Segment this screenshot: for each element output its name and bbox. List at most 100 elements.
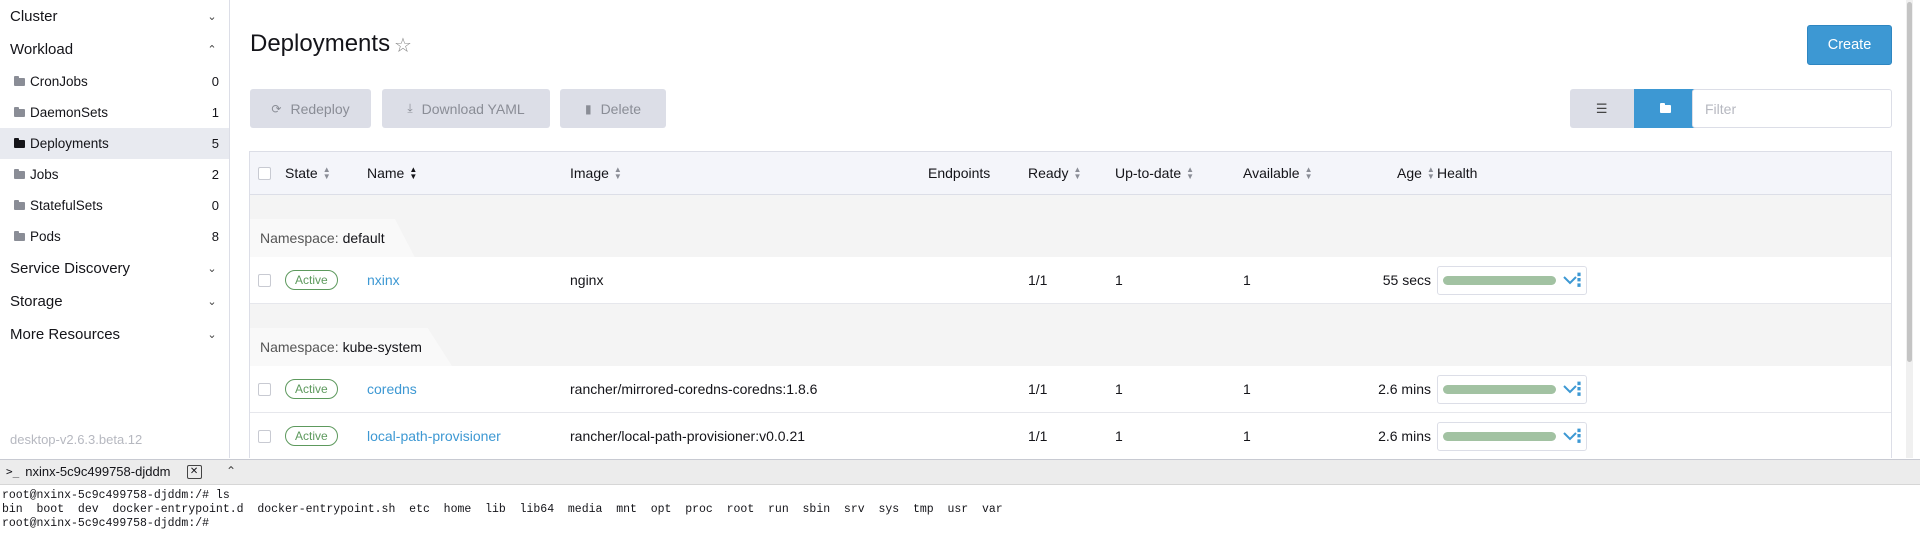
row-checkbox[interactable] xyxy=(258,366,271,412)
health-cell xyxy=(1437,413,1587,458)
nav-group-label: Service Discovery xyxy=(10,260,131,277)
kebab-menu-icon: ⋮ xyxy=(1570,378,1588,399)
list-view-button[interactable]: ☰ xyxy=(1570,89,1634,128)
sort-icon: ▲ ▼ xyxy=(409,165,418,181)
folder-icon xyxy=(14,168,25,179)
sidebar-item-count: 0 xyxy=(211,198,219,213)
row-actions[interactable]: ⋮ xyxy=(1570,413,1588,458)
terminal-tab[interactable]: >_ nxinx-5c9c499758-djddm ✕ xyxy=(6,464,202,479)
col-available[interactable]: Available ▲ ▼ xyxy=(1243,152,1312,194)
col-age-label: Age xyxy=(1397,165,1422,181)
sort-icon: ▲ ▼ xyxy=(1186,165,1195,181)
redeploy-button[interactable]: ⟳ Redeploy xyxy=(250,89,371,128)
table-header: State ▲ ▼ Name ▲ ▼ Image ▲ ▼ Endpoints Ready ▲ ▼… xyxy=(250,152,1891,195)
deployment-name-link[interactable]: local-path-provisioner xyxy=(367,428,501,444)
row-actions[interactable]: ⋮ xyxy=(1570,257,1588,303)
col-image[interactable]: Image ▲ ▼ xyxy=(570,152,622,194)
view-toggle: ☰ xyxy=(1570,89,1697,128)
create-button[interactable]: Create xyxy=(1807,25,1892,65)
sidebar-item-label: Pods xyxy=(30,229,61,244)
col-uptodate[interactable]: Up-to-date ▲ ▼ xyxy=(1115,152,1194,194)
ready-cell: 1/1 xyxy=(1028,272,1048,288)
nav-group-workload[interactable]: Workload ⌃ xyxy=(0,33,229,66)
terminal-icon: >_ xyxy=(6,465,20,478)
sidebar-item-daemonsets[interactable]: DaemonSets 1 xyxy=(0,97,229,128)
scroll-thumb[interactable] xyxy=(1907,2,1912,362)
group-by-namespace-button[interactable] xyxy=(1633,89,1697,128)
sidebar-item-jobs[interactable]: Jobs 2 xyxy=(0,159,229,190)
refresh-icon: ⟳ xyxy=(271,101,282,116)
redeploy-label: Redeploy xyxy=(290,100,350,117)
scrollbar[interactable] xyxy=(1906,0,1913,458)
filter-input[interactable] xyxy=(1692,89,1892,128)
table-row[interactable]: Active coredns rancher/mirrored-coredns-co… xyxy=(250,366,1891,413)
sidebar-item-statefulsets[interactable]: StatefulSets 0 xyxy=(0,190,229,221)
row-checkbox[interactable] xyxy=(258,257,271,303)
name-cell: nxinx xyxy=(367,257,400,303)
main-content: Deployments ☆ Create ⟳ Redeploy ⤓ Downlo… xyxy=(231,0,1913,458)
sidebar-item-cronjobs[interactable]: CronJobs 0 xyxy=(0,66,229,97)
namespace-label: Namespace: default xyxy=(250,219,415,257)
app: Cluster ⌄ Workload ⌃ CronJobs 0 DaemonSets… xyxy=(0,0,1920,554)
list-icon: ☰ xyxy=(1595,100,1608,116)
sidebar: Cluster ⌄ Workload ⌃ CronJobs 0 DaemonSets… xyxy=(0,0,230,458)
status-badge: Active xyxy=(285,426,338,446)
sort-icon: ▲ ▼ xyxy=(1073,165,1082,181)
chevron-down-icon: ⌄ xyxy=(207,329,217,341)
close-icon[interactable]: ✕ xyxy=(186,464,202,479)
health-dropdown[interactable] xyxy=(1437,374,1587,404)
nav-group-service-discovery[interactable]: Service Discovery ⌄ xyxy=(0,252,229,285)
health-bar xyxy=(1443,384,1556,394)
sidebar-item-label: Deployments xyxy=(30,136,109,151)
sidebar-item-deployments[interactable]: Deployments 5 xyxy=(0,128,229,159)
row-checkbox[interactable] xyxy=(258,413,271,458)
col-endpoints: Endpoints xyxy=(928,152,990,194)
folder-icon xyxy=(1659,102,1671,113)
folder-icon xyxy=(14,230,25,241)
sidebar-item-count: 2 xyxy=(211,167,219,182)
expand-icon[interactable]: ⌃ xyxy=(226,464,236,478)
ready-cell: 1/1 xyxy=(1028,428,1048,444)
delete-button[interactable]: ▮ Delete xyxy=(560,89,666,128)
nav-group-label: Workload xyxy=(10,41,74,58)
chevron-down-icon: ⌄ xyxy=(207,296,217,308)
deployment-name-link[interactable]: nxinx xyxy=(367,272,400,288)
namespace-group-header: Namespace: default xyxy=(250,195,1891,257)
star-icon[interactable]: ☆ xyxy=(394,33,412,58)
terminal-line: bin boot dev docker-entrypoint.d docker-… xyxy=(2,503,1003,516)
nav-group-more-resources[interactable]: More Resources ⌄ xyxy=(0,318,229,351)
namespace-prefix: Namespace: xyxy=(260,339,339,355)
state-cell: Active xyxy=(285,366,338,412)
select-all-checkbox[interactable] xyxy=(258,152,271,194)
download-yaml-button[interactable]: ⤓ Download YAML xyxy=(382,89,550,128)
sidebar-item-label: CronJobs xyxy=(30,74,88,89)
health-dropdown[interactable] xyxy=(1437,421,1587,451)
page-title: Deployments xyxy=(250,30,391,57)
col-name-label: Name xyxy=(367,165,405,181)
table-row[interactable]: Active nxinx nginx 1/1 1 1 55 secs ⋮ xyxy=(250,257,1891,304)
download-icon: ⤓ xyxy=(407,101,413,115)
row-actions[interactable]: ⋮ xyxy=(1570,366,1588,412)
col-ready[interactable]: Ready ▲ ▼ xyxy=(1028,152,1081,194)
folder-icon xyxy=(14,137,25,148)
available-cell: 1 xyxy=(1243,381,1251,397)
table-row[interactable]: Active local-path-provisioner rancher/loca… xyxy=(250,413,1891,458)
nav-group-cluster[interactable]: Cluster ⌄ xyxy=(0,0,229,33)
col-name[interactable]: Name ▲ ▼ xyxy=(367,152,417,194)
nav-group-storage[interactable]: Storage ⌄ xyxy=(0,285,229,318)
health-dropdown[interactable] xyxy=(1437,265,1587,295)
sidebar-item-pods[interactable]: Pods 8 xyxy=(0,221,229,252)
version-label: desktop-v2.6.3.beta.12 xyxy=(10,432,143,447)
deployment-name-link[interactable]: coredns xyxy=(367,381,417,397)
col-state[interactable]: State ▲ ▼ xyxy=(285,152,331,194)
folder-icon xyxy=(14,199,25,210)
terminal-line: root@nxinx-5c9c499758-djddm:/# xyxy=(2,517,210,530)
sort-icon: ▲ ▼ xyxy=(613,165,622,181)
sidebar-item-label: DaemonSets xyxy=(30,105,109,120)
col-age[interactable]: Age ▲ ▼ xyxy=(1397,152,1435,194)
sidebar-item-count: 8 xyxy=(211,229,219,244)
terminal-output[interactable]: root@nxinx-5c9c499758-djddm:/# ls bin boo… xyxy=(0,486,1920,554)
sort-icon: ▲ ▼ xyxy=(1426,165,1435,181)
sidebar-item-count: 1 xyxy=(211,105,219,120)
name-cell: local-path-provisioner xyxy=(367,413,501,458)
